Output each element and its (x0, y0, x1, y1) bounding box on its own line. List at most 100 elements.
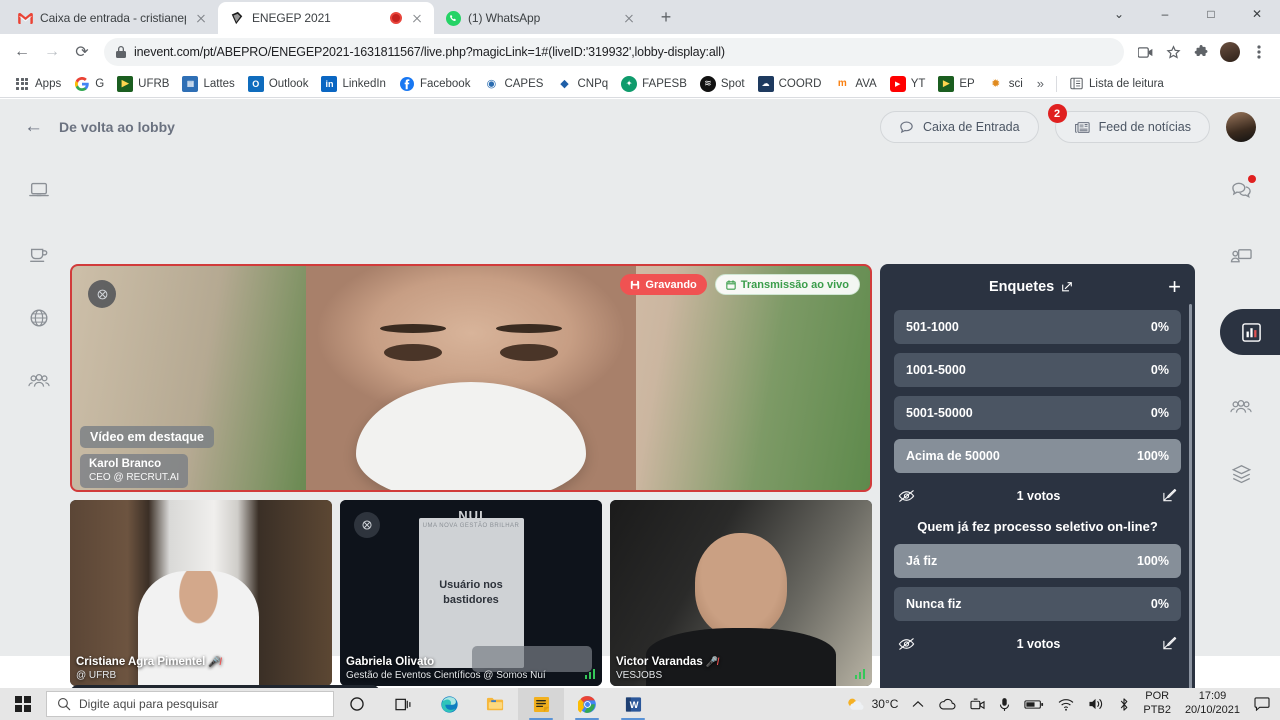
bookmark-fapesb[interactable]: ✦ FAPESB (615, 73, 693, 95)
mic-tray-icon[interactable] (992, 688, 1017, 720)
chevron-up-icon[interactable] (905, 688, 931, 720)
new-tab-button[interactable]: + (652, 3, 680, 31)
bookmark-google[interactable]: G (68, 73, 110, 95)
recording-label: Gravando (645, 278, 697, 291)
edit-icon[interactable] (1162, 636, 1177, 651)
action-center-icon[interactable] (1248, 688, 1276, 720)
window-minimize-button[interactable]: – (1142, 0, 1188, 28)
polls-scrollbar[interactable] (1189, 304, 1192, 720)
search-icon (57, 697, 71, 711)
cortana-icon[interactable] (334, 688, 380, 720)
extensions-icon[interactable] (1188, 39, 1214, 65)
edit-icon[interactable] (1162, 488, 1177, 503)
taskbar-clock[interactable]: 17:09 20/10/2021 (1177, 690, 1248, 718)
networking-icon[interactable] (26, 369, 52, 395)
forward-icon[interactable]: → (38, 38, 66, 66)
globe-icon[interactable] (26, 305, 52, 331)
poll-option[interactable]: Acima de 50000 100% (894, 439, 1181, 473)
close-icon[interactable] (621, 10, 637, 26)
chat-icon[interactable] (1228, 175, 1256, 203)
participant-thumbnail-1[interactable]: Cristiane Agra Pimentel 🎤̸ @ UFRB (70, 500, 332, 686)
window-close-button[interactable]: ✕ (1234, 0, 1280, 28)
whatsapp-icon (445, 10, 461, 26)
back-to-lobby-button[interactable]: ← De volta ao lobby (24, 116, 175, 138)
browser-tab-whatsapp[interactable]: (1) WhatsApp (434, 2, 646, 34)
polls-title-text: Enquetes (988, 279, 1055, 295)
poll-option[interactable]: Já fiz 100% (894, 544, 1181, 578)
add-poll-button[interactable]: + (1168, 276, 1181, 298)
task-view-icon[interactable] (380, 688, 426, 720)
bookmark-capes[interactable]: ◉ CAPES (477, 73, 549, 95)
file-explorer-icon[interactable] (472, 688, 518, 720)
close-icon[interactable] (193, 10, 209, 26)
sticky-notes-icon[interactable] (518, 688, 564, 720)
media-cast-icon[interactable] (1132, 39, 1158, 65)
weather-widget[interactable]: 30°C (838, 688, 906, 720)
chrome-icon[interactable] (564, 688, 610, 720)
bookmark-ep[interactable]: ▶ EP (932, 73, 980, 95)
attendees-icon[interactable] (1228, 395, 1254, 421)
bookmark-lattes[interactable]: ▦ Lattes (176, 73, 240, 95)
edge-icon[interactable] (426, 688, 472, 720)
inbox-button[interactable]: Caixa de Entrada (879, 111, 1039, 143)
window-restore-button[interactable]: ⌄ (1096, 0, 1142, 28)
poll-option[interactable]: 1001-5000 0% (894, 353, 1181, 387)
coffee-break-icon[interactable] (26, 241, 52, 267)
bookmarks-overflow-button[interactable]: » (1030, 73, 1051, 94)
battery-icon[interactable] (1017, 688, 1051, 720)
bookmark-sci[interactable]: ✹ sci (982, 73, 1029, 95)
bookmark-coord[interactable]: ☁ COORD (752, 73, 828, 95)
reload-icon[interactable]: ⟳ (68, 38, 96, 66)
taskbar-search-input[interactable]: Digite aqui para pesquisar (46, 691, 334, 717)
browser-tab-gmail[interactable]: Caixa de entrada - cristianepimen (6, 2, 218, 34)
window-maximize-button[interactable]: □ (1188, 0, 1234, 28)
address-bar[interactable]: inevent.com/pt/ABEPRO/ENEGEP2021-1631811… (104, 38, 1124, 66)
word-icon[interactable]: W (610, 688, 656, 720)
bookmark-ava[interactable]: m AVA (828, 73, 882, 95)
bookmark-ufrb[interactable]: ▶ UFRB (111, 73, 175, 95)
eye-off-icon[interactable] (898, 489, 915, 503)
pin-icon[interactable] (354, 512, 380, 538)
presenter-icon[interactable] (1228, 243, 1254, 269)
poll-option[interactable]: 501-1000 0% (894, 310, 1181, 344)
eye-off-icon[interactable] (898, 637, 915, 651)
bookmark-cnpq[interactable]: ◆ CNPq (550, 73, 614, 95)
close-icon[interactable] (409, 10, 425, 26)
onedrive-icon[interactable] (931, 688, 963, 720)
sessions-icon[interactable] (26, 177, 52, 203)
poll-option[interactable]: 5001-50000 0% (894, 396, 1181, 430)
bookmark-apps[interactable]: Apps (8, 73, 67, 95)
language-indicator[interactable]: POR PTB2 (1137, 690, 1177, 718)
bookmark-spot[interactable]: ≋ Spot (694, 73, 751, 95)
wifi-icon[interactable] (1051, 688, 1081, 720)
participant-thumbnail-3[interactable]: Victor Varandas 🎤̸ VESJOBS (610, 500, 872, 686)
polls-icon[interactable] (1220, 309, 1280, 355)
layers-icon[interactable] (1228, 461, 1254, 487)
bookmark-yt[interactable]: ▶ YT (884, 73, 932, 95)
bluetooth-icon[interactable] (1111, 688, 1137, 720)
profile-avatar[interactable] (1220, 42, 1240, 62)
poll-option[interactable]: Nunca fiz 0% (894, 587, 1181, 621)
news-feed-label: Feed de notícias (1098, 120, 1191, 134)
featured-video[interactable]: Gravando Transmissão ao vivo Vídeo em de… (70, 264, 872, 492)
bookmark-label: CAPES (504, 77, 544, 90)
volume-icon[interactable] (1081, 688, 1111, 720)
reading-list-button[interactable]: Lista de leitura (1062, 73, 1170, 95)
back-icon[interactable]: ← (8, 38, 36, 66)
bookmark-facebook[interactable]: Facebook (393, 73, 477, 95)
decor (380, 324, 446, 333)
news-feed-button[interactable]: 2 Feed de notícias (1047, 104, 1210, 143)
chrome-menu-icon[interactable] (1246, 39, 1272, 65)
windows-start-icon[interactable] (0, 688, 46, 720)
bookmark-outlook[interactable]: O Outlook (242, 73, 315, 95)
reading-list-icon (1068, 76, 1084, 92)
bookmark-star-icon[interactable] (1160, 39, 1186, 65)
camera-tray-icon[interactable] (963, 688, 992, 720)
bookmark-label: sci (1008, 77, 1023, 90)
browser-tab-enegep[interactable]: ENEGEP 2021 (218, 2, 434, 34)
participant-thumbnail-2[interactable]: NUI UMA NOVA GESTÃO BRILHAR Usuário nos … (340, 500, 602, 686)
user-avatar[interactable] (1226, 112, 1256, 142)
pin-icon[interactable] (88, 280, 116, 308)
bookmark-linkedin[interactable]: in LinkedIn (315, 73, 391, 95)
external-link-icon[interactable] (1061, 281, 1073, 293)
